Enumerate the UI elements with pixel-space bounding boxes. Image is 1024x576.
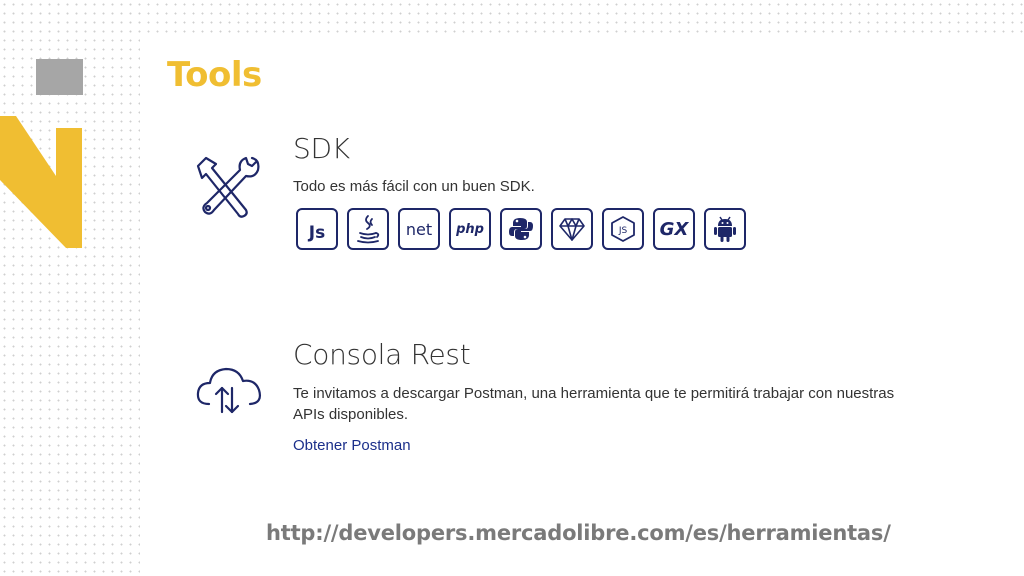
sdk-php-button[interactable]: php	[449, 208, 491, 250]
nodejs-icon: JS	[611, 216, 635, 242]
sdk-ruby-button[interactable]	[551, 208, 593, 250]
javascript-icon: Js	[308, 223, 326, 243]
ruby-icon	[559, 218, 585, 241]
java-icon	[357, 215, 380, 244]
genexus-icon: GX	[659, 218, 689, 240]
sdk-description: Todo es más fácil con un buen SDK.	[293, 178, 535, 195]
svg-text:JS: JS	[618, 226, 628, 236]
dotted-background-top	[0, 0, 1024, 36]
rest-console-description: Te invitamos a descargar Postman, una he…	[293, 385, 895, 423]
slide-title: Tools	[167, 55, 262, 95]
get-postman-link[interactable]: Obtener Postman	[293, 437, 411, 454]
decorative-yellow-shape	[0, 116, 82, 248]
sdk-java-button[interactable]	[347, 208, 389, 250]
decorative-gray-square	[36, 59, 83, 95]
cloud-upload-download-icon	[196, 367, 262, 414]
php-icon: php	[456, 221, 484, 237]
sdk-title: SDK	[293, 132, 350, 165]
sdk-badge-row: Js net php JS GX	[296, 208, 746, 250]
sdk-python-button[interactable]	[500, 208, 542, 250]
sdk-genexus-button[interactable]: GX	[653, 208, 695, 250]
dotnet-icon: net	[405, 219, 433, 239]
sdk-android-button[interactable]	[704, 208, 746, 250]
rest-console-title: Consola Rest	[293, 338, 471, 371]
sdk-nodejs-button[interactable]: JS	[602, 208, 644, 250]
sdk-javascript-button[interactable]: Js	[296, 208, 338, 250]
python-icon	[509, 218, 533, 240]
tools-icon	[196, 156, 260, 218]
sdk-dotnet-button[interactable]: net	[398, 208, 440, 250]
footer-url: http://developers.mercadolibre.com/es/he…	[266, 521, 891, 545]
android-icon	[714, 216, 736, 242]
